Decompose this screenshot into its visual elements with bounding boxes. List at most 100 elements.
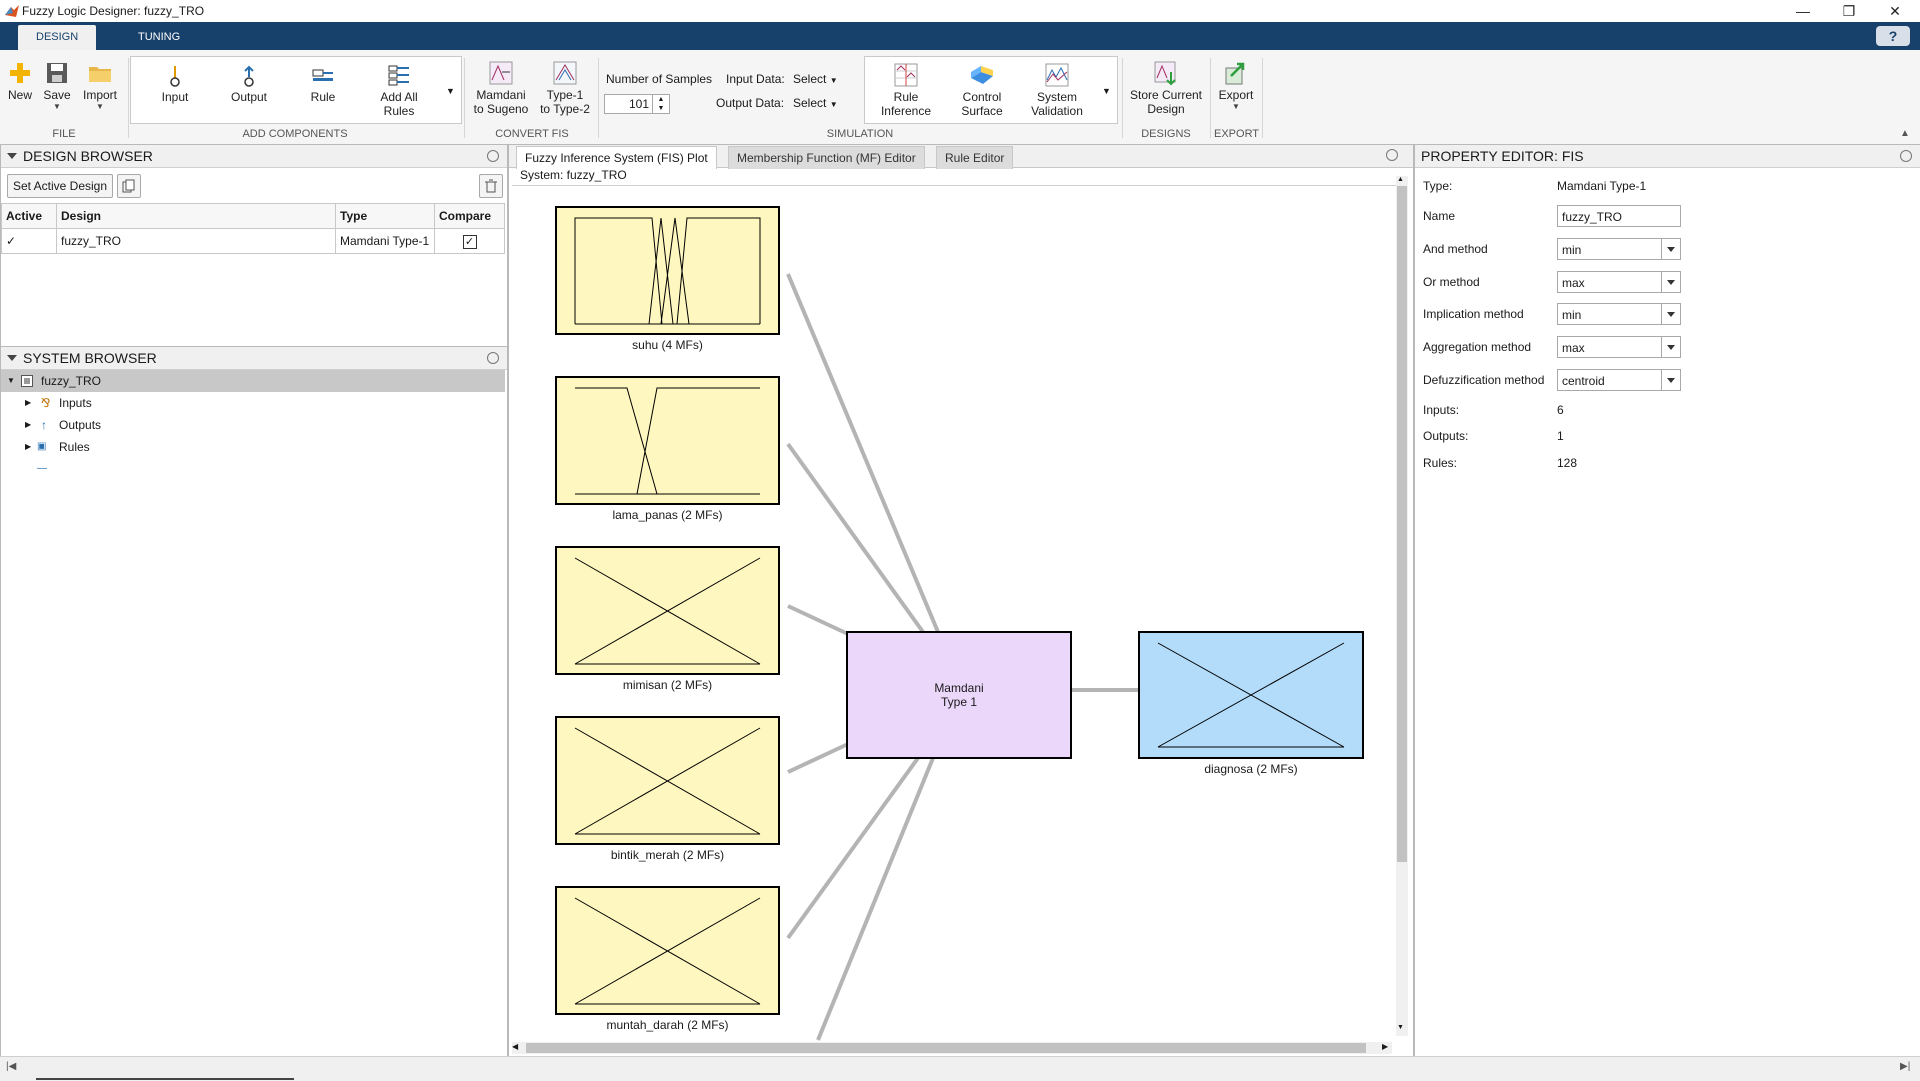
output-label-diagnosa: diagnosa (2 MFs) bbox=[1204, 762, 1298, 776]
fis-box-label-2: Type 1 bbox=[940, 695, 978, 709]
input-box-muntah-darah[interactable] bbox=[555, 886, 780, 1015]
save-button[interactable]: Save ▼ bbox=[40, 60, 74, 111]
aggregation-method-dropdown[interactable]: max bbox=[1557, 336, 1681, 358]
collapse-triangle-icon[interactable] bbox=[7, 355, 17, 361]
fis-box[interactable]: Mamdani Type 1 bbox=[846, 631, 1072, 759]
delete-design-button[interactable] bbox=[479, 174, 503, 198]
status-bar: |◀ ▶| bbox=[0, 1056, 1920, 1081]
scroll-down-icon[interactable]: ▼ bbox=[1397, 1024, 1404, 1031]
tree-item-label: Inputs bbox=[59, 396, 92, 410]
input-box-lama-panas[interactable] bbox=[555, 376, 780, 505]
expand-triangle-icon[interactable]: ▶ bbox=[25, 392, 31, 414]
copy-design-button[interactable] bbox=[117, 174, 141, 198]
expand-triangle-icon[interactable]: ▼ bbox=[7, 370, 15, 392]
scroll-up-icon[interactable]: ▲ bbox=[1397, 176, 1404, 183]
import-button[interactable]: Import ▼ bbox=[78, 60, 122, 111]
save-label: Save bbox=[43, 88, 71, 102]
horizontal-scrollbar[interactable]: ◀ ▶ bbox=[512, 1042, 1392, 1054]
vertical-scroll-thumb[interactable] bbox=[1397, 186, 1407, 862]
design-browser-title: DESIGN BROWSER bbox=[23, 148, 153, 164]
minimize-button[interactable]: — bbox=[1780, 0, 1826, 22]
rule-inference-icon bbox=[894, 63, 918, 87]
col-design[interactable]: Design bbox=[56, 203, 336, 229]
rule-icon: ▣— bbox=[37, 441, 47, 474]
num-samples-spinner[interactable]: 101 ▲ ▼ bbox=[604, 94, 670, 114]
output-data-dropdown[interactable]: Select ▼ bbox=[793, 96, 838, 110]
implication-method-dropdown[interactable]: min bbox=[1557, 303, 1681, 325]
or-method-dropdown[interactable]: max bbox=[1557, 271, 1681, 293]
rule-inference-button[interactable]: Rule Inference bbox=[872, 62, 940, 118]
mamdani-to-sugeno-button[interactable]: Mamdani to Sugeno bbox=[470, 60, 532, 116]
system-browser-panel: SYSTEM BROWSER ▼ fuzzy_TRO ▶ ⅋ Inputs ▶ … bbox=[0, 346, 508, 1058]
matlab-logo-icon bbox=[5, 5, 19, 17]
col-compare[interactable]: Compare bbox=[434, 203, 505, 229]
new-button[interactable]: New bbox=[4, 60, 36, 102]
design-name-cell[interactable]: fuzzy_TRO bbox=[56, 228, 336, 254]
close-panel-icon[interactable] bbox=[487, 150, 499, 162]
tree-root-fuzzy-tro[interactable]: ▼ fuzzy_TRO bbox=[1, 370, 505, 392]
store-current-design-button[interactable]: Store Current Design bbox=[1124, 60, 1208, 116]
status-left-arrow-icon[interactable]: |◀ bbox=[6, 1061, 16, 1072]
m2s-label-1: Mamdani bbox=[476, 88, 526, 102]
and-method-dropdown[interactable]: min bbox=[1557, 238, 1681, 260]
set-active-design-button[interactable]: Set Active Design bbox=[7, 174, 113, 198]
add-all-rules-button[interactable]: Add All Rules bbox=[372, 64, 426, 118]
trash-icon bbox=[485, 179, 497, 193]
implication-method-value: min bbox=[1562, 308, 1582, 322]
design-browser-panel: DESIGN BROWSER Set Active Design Active … bbox=[0, 144, 508, 348]
add-output-button[interactable]: Output bbox=[224, 64, 274, 104]
compare-checkbox[interactable]: ✓ bbox=[462, 234, 477, 249]
status-right-arrow-icon[interactable]: ▶| bbox=[1900, 1061, 1910, 1072]
restore-button[interactable]: ❐ bbox=[1826, 0, 1872, 22]
store-design-label-1: Store Current bbox=[1129, 88, 1203, 102]
type1-to-type2-button[interactable]: Type-1 to Type-2 bbox=[536, 60, 594, 116]
tab-design[interactable]: DESIGN bbox=[18, 25, 97, 50]
table-row[interactable]: ✓ fuzzy_TRO Mamdani Type-1 ✓ bbox=[1, 228, 505, 254]
add-rule-button[interactable]: Rule bbox=[298, 64, 348, 104]
help-button[interactable]: ? bbox=[1876, 26, 1910, 46]
tab-fis-plot[interactable]: Fuzzy Inference System (FIS) Plot bbox=[516, 146, 717, 169]
input-icon bbox=[170, 66, 180, 87]
expand-triangle-icon[interactable]: ▶ bbox=[25, 414, 31, 436]
expand-triangle-icon[interactable]: ▶ bbox=[25, 436, 31, 458]
tab-mf-editor[interactable]: Membership Function (MF) Editor bbox=[728, 146, 925, 169]
spinner-arrows-icon[interactable]: ▲ ▼ bbox=[652, 95, 669, 113]
col-active[interactable]: Active bbox=[1, 203, 57, 229]
system-validation-button[interactable]: System Validation bbox=[1022, 62, 1092, 118]
export-button[interactable]: Export ▼ bbox=[1214, 60, 1258, 111]
vertical-scrollbar[interactable]: ▲ ▼ bbox=[1396, 176, 1408, 1036]
compare-cell: ✓ bbox=[434, 228, 505, 254]
close-button[interactable]: ✕ bbox=[1872, 0, 1918, 22]
add-components-more-icon[interactable]: ▼ bbox=[446, 86, 455, 96]
close-panel-icon[interactable] bbox=[1900, 150, 1912, 162]
defuzzification-method-dropdown[interactable]: centroid bbox=[1557, 369, 1681, 391]
type-label: Type: bbox=[1423, 179, 1453, 193]
import-label: Import bbox=[82, 88, 117, 102]
horizontal-scroll-thumb[interactable] bbox=[526, 1043, 1366, 1053]
name-field[interactable]: fuzzy_TRO bbox=[1557, 205, 1681, 227]
tab-tuning[interactable]: TUNING bbox=[120, 25, 198, 50]
property-editor-title: PROPERTY EDITOR: FIS bbox=[1421, 148, 1584, 164]
input-data-dropdown[interactable]: Select ▼ bbox=[793, 72, 838, 86]
scroll-right-icon[interactable]: ▶ bbox=[1382, 1042, 1388, 1051]
collapse-triangle-icon[interactable] bbox=[7, 153, 17, 159]
input-box-bintik-merah[interactable] bbox=[555, 716, 780, 845]
close-panel-icon[interactable] bbox=[487, 352, 499, 364]
simulation-more-icon[interactable]: ▼ bbox=[1102, 86, 1111, 96]
add-input-button[interactable]: Input bbox=[150, 64, 200, 104]
col-type[interactable]: Type bbox=[335, 203, 435, 229]
output-data-label: Output Data: bbox=[716, 96, 785, 110]
rule-icon bbox=[312, 69, 333, 81]
tab-rule-editor[interactable]: Rule Editor bbox=[936, 146, 1014, 169]
outputs-count-label: Outputs: bbox=[1423, 429, 1469, 443]
collapse-toolstrip-icon[interactable]: ▲ bbox=[1900, 128, 1910, 139]
tree-item-label: Outputs bbox=[59, 418, 102, 432]
control-surface-button[interactable]: Control Surface bbox=[948, 62, 1016, 118]
input-box-suhu[interactable] bbox=[555, 206, 780, 335]
scroll-left-icon[interactable]: ◀ bbox=[512, 1042, 518, 1051]
input-box-mimisan[interactable] bbox=[555, 546, 780, 675]
output-box-diagnosa[interactable] bbox=[1138, 631, 1364, 759]
chevron-down-icon bbox=[1661, 272, 1680, 292]
num-samples-label: Number of Samples bbox=[606, 72, 713, 86]
close-document-icon[interactable] bbox=[1386, 149, 1398, 161]
